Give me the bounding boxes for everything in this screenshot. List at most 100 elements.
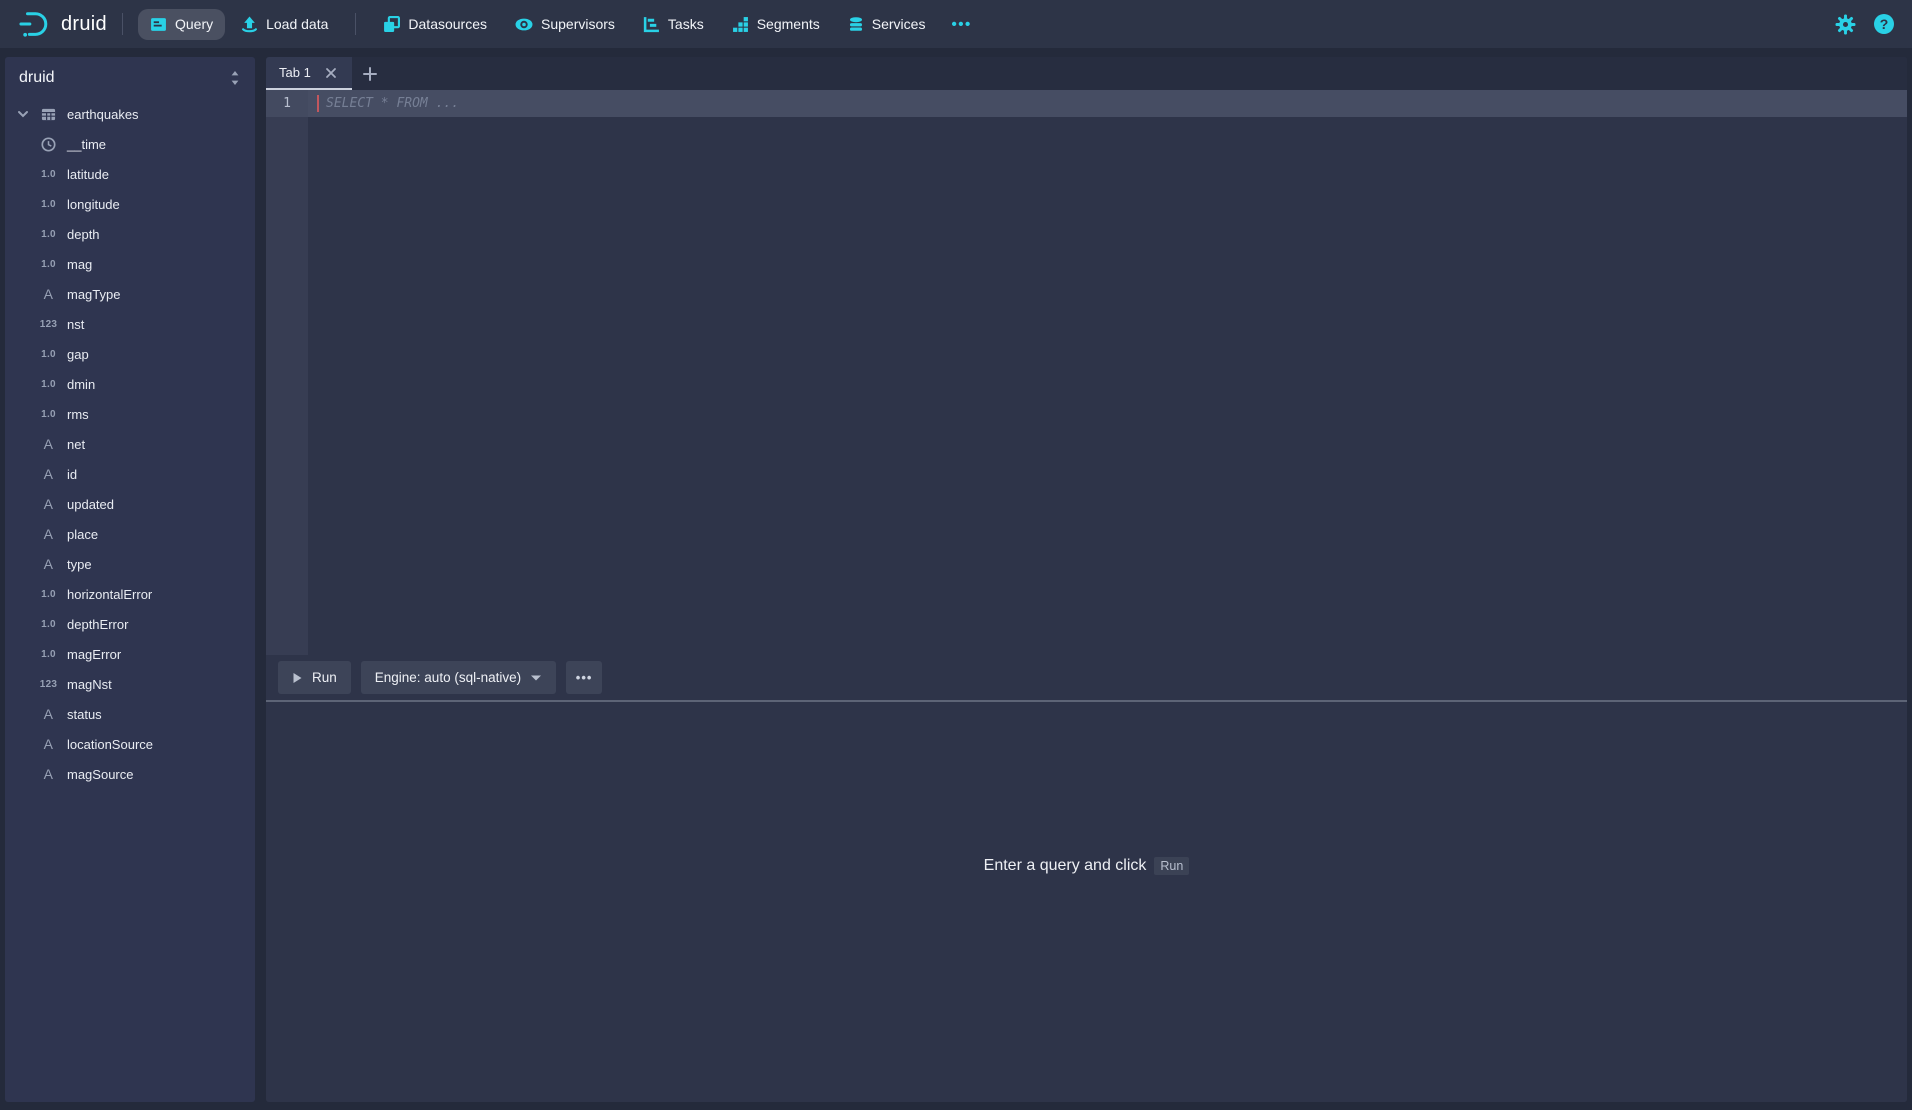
tree-item-label: magNst	[67, 677, 112, 692]
database-icon	[848, 16, 864, 33]
query-more-button[interactable]: •••	[566, 661, 602, 694]
tree-item[interactable]: A id	[5, 459, 255, 489]
tree-item[interactable]: 1.0 rms	[5, 399, 255, 429]
column-type-icon: 1.0	[41, 649, 56, 660]
column-type-icon: A	[44, 556, 54, 572]
druid-logo: druid	[18, 9, 107, 39]
header-divider	[355, 13, 356, 35]
tree-item[interactable]: 1.0 mag	[5, 249, 255, 279]
tree-item[interactable]: 1.0 magError	[5, 639, 255, 669]
tree-item[interactable]: A locationSource	[5, 729, 255, 759]
tree-item[interactable]: 1.0 depth	[5, 219, 255, 249]
console-icon	[150, 16, 167, 33]
tree-item-label: gap	[67, 347, 89, 362]
column-type-icon: 123	[40, 679, 58, 690]
eye-icon	[515, 16, 533, 33]
tree-item-label: status	[67, 707, 102, 722]
tree-item-label: depth	[67, 227, 100, 242]
play-icon	[292, 672, 303, 684]
editor-body[interactable]	[308, 117, 1907, 655]
text-cursor	[317, 95, 319, 112]
tree-item[interactable]: A updated	[5, 489, 255, 519]
tree-item[interactable]: A place	[5, 519, 255, 549]
column-type-icon: A	[44, 496, 54, 512]
tree-item[interactable]: __time	[5, 129, 255, 159]
tab-1[interactable]: Tab 1	[266, 57, 352, 90]
tree-item[interactable]: A status	[5, 699, 255, 729]
close-tab-icon[interactable]	[323, 65, 339, 81]
tree-item[interactable]: A net	[5, 429, 255, 459]
column-type-icon: 1.0	[41, 169, 56, 180]
column-type-icon: 1.0	[41, 409, 56, 420]
nav-item-datasources[interactable]: Datasources	[371, 9, 499, 40]
nav-more-button[interactable]: •••	[941, 10, 981, 39]
tree-item-label: horizontalError	[67, 587, 152, 602]
main-nav: Query Load data	[138, 9, 340, 40]
sql-editor[interactable]: 1 SELECT * FROM ...	[266, 90, 1907, 655]
druid-logo-icon	[18, 9, 52, 39]
tree-item-label: rms	[67, 407, 89, 422]
editor-placeholder: SELECT * FROM ...	[326, 96, 459, 111]
column-tree: earthquakes __time 1.0 lati	[5, 99, 255, 789]
tree-item-label: nst	[67, 317, 84, 332]
column-type-icon: 1.0	[41, 199, 56, 210]
tree-item-label: type	[67, 557, 92, 572]
tree-item[interactable]: 123 magNst	[5, 669, 255, 699]
results-panel: Enter a query and click Run	[266, 702, 1907, 1102]
tree-item[interactable]: 123 nst	[5, 309, 255, 339]
nav-item-label: Datasources	[408, 16, 487, 32]
tab-strip: Tab 1	[266, 57, 1907, 90]
app-title: druid	[61, 13, 107, 36]
tree-item[interactable]: earthquakes	[5, 99, 255, 129]
schema-name: druid	[19, 69, 55, 87]
clock-icon	[41, 137, 56, 152]
tree-item[interactable]: 1.0 latitude	[5, 159, 255, 189]
nav-item-services[interactable]: Services	[836, 9, 938, 40]
tree-item[interactable]: A type	[5, 549, 255, 579]
results-message: Enter a query and click	[984, 857, 1147, 875]
table-icon	[41, 107, 56, 122]
tree-item-label: mag	[67, 257, 92, 272]
tree-item-label: place	[67, 527, 98, 542]
column-type-icon: 1.0	[41, 379, 56, 390]
query-workbench: Tab 1 1 SELECT * FROM ... Run Engine	[266, 57, 1907, 1102]
tree-item-label: latitude	[67, 167, 109, 182]
tree-item[interactable]: A magSource	[5, 759, 255, 789]
tree-item[interactable]: 1.0 longitude	[5, 189, 255, 219]
engine-select[interactable]: Engine: auto (sql-native)	[361, 661, 556, 694]
datasources-icon	[383, 16, 400, 33]
nav-item-label: Segments	[757, 16, 820, 32]
nav-item-tasks[interactable]: Tasks	[631, 9, 716, 40]
tree-item-label: magType	[67, 287, 120, 302]
column-type-icon: 1.0	[41, 259, 56, 270]
tree-item[interactable]: A magType	[5, 279, 255, 309]
tree-item-label: locationSource	[67, 737, 153, 752]
add-tab-button[interactable]	[352, 57, 388, 90]
run-button[interactable]: Run	[278, 661, 351, 694]
column-type-icon: A	[44, 766, 54, 782]
settings-gear-icon[interactable]	[1835, 14, 1856, 35]
column-type-icon: 1.0	[41, 619, 56, 630]
nav-item-load-data[interactable]: Load data	[229, 9, 340, 40]
editor-gutter	[266, 117, 308, 655]
double-caret-vertical-icon[interactable]	[228, 70, 242, 86]
chevron-down-icon[interactable]	[17, 108, 37, 120]
nav-item-supervisors[interactable]: Supervisors	[503, 9, 627, 40]
run-chip: Run	[1154, 857, 1189, 875]
nav-item-segments[interactable]: Segments	[720, 9, 832, 40]
nav-item-query[interactable]: Query	[138, 9, 225, 40]
tree-item[interactable]: 1.0 horizontalError	[5, 579, 255, 609]
nav-item-label: Supervisors	[541, 16, 615, 32]
help-icon[interactable]: ?	[1874, 14, 1894, 34]
schema-sidebar: druid earthquakes	[5, 57, 255, 1102]
nav-item-label: Query	[175, 16, 213, 32]
tree-item[interactable]: 1.0 depthError	[5, 609, 255, 639]
header-divider	[122, 13, 123, 35]
tree-item[interactable]: 1.0 gap	[5, 339, 255, 369]
schema-selector[interactable]: druid	[5, 57, 255, 99]
column-type-icon: A	[44, 286, 54, 302]
tree-item[interactable]: 1.0 dmin	[5, 369, 255, 399]
editor-active-line[interactable]: SELECT * FROM ...	[308, 90, 1907, 117]
tree-item-label: net	[67, 437, 85, 452]
upload-icon	[241, 16, 258, 33]
